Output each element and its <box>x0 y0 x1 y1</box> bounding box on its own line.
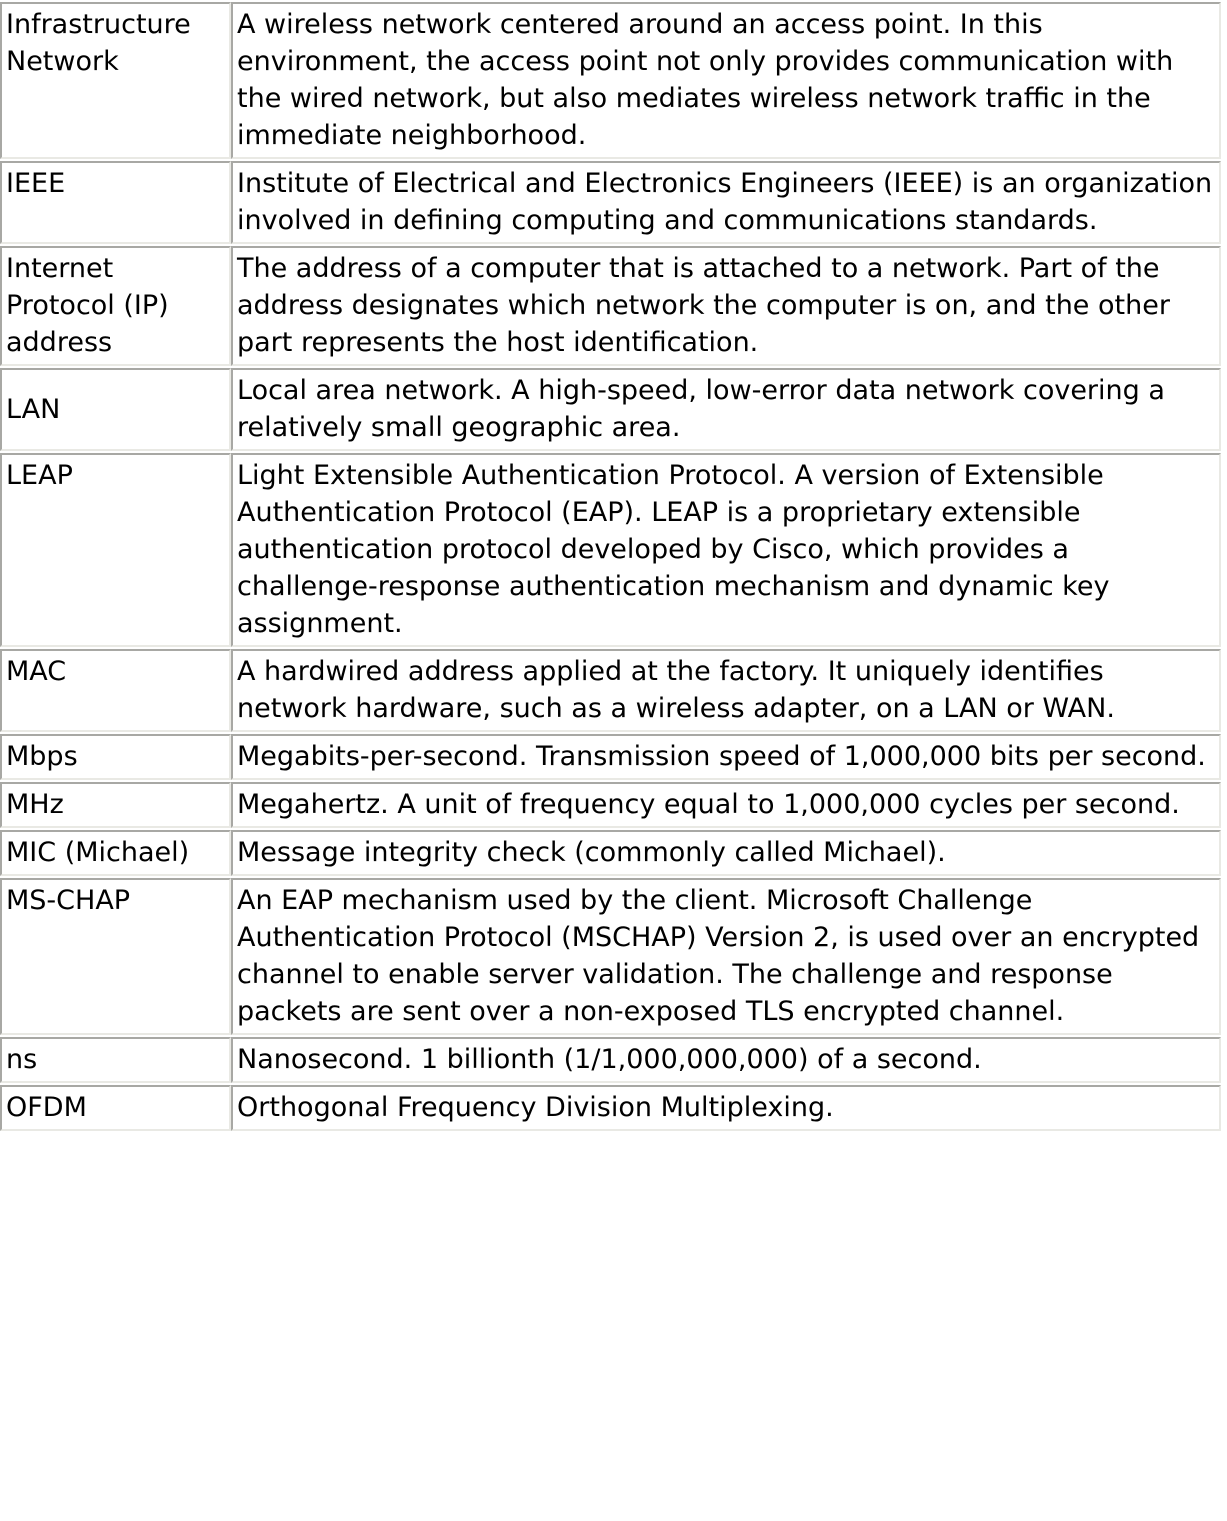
glossary-definition-text: Institute of Electrical and Electronics … <box>237 168 1213 236</box>
glossary-definition-text: Orthogonal Frequency Division Multiplexi… <box>237 1092 834 1123</box>
glossary-definition-cell: Light Extensible Authentication Protocol… <box>231 453 1221 647</box>
glossary-term-text: MIC (Michael) <box>6 837 190 868</box>
glossary-definition-cell: Megabits-per-second. Transmission speed … <box>231 734 1221 780</box>
table-row: IEEE Institute of Electrical and Electron… <box>0 161 1221 244</box>
glossary-term-text: Infrastructure Network <box>6 9 191 77</box>
table-row: MAC A hardwired address applied at the fa… <box>0 649 1221 732</box>
glossary-definition-cell: Local area network. A high-speed, low-er… <box>231 368 1221 451</box>
glossary-table-body: Infrastructure Network A wireless network… <box>0 2 1221 1131</box>
glossary-term-cell: MHz <box>0 782 231 828</box>
glossary-definition-text: Message integrity check (commonly called… <box>237 837 946 868</box>
table-row: MHz Megahertz. A unit of frequency equal … <box>0 782 1221 828</box>
glossary-definition-cell: The address of a computer that is attach… <box>231 246 1221 366</box>
table-row: Infrastructure Network A wireless network… <box>0 2 1221 159</box>
glossary-definition-cell: Nanosecond. 1 billionth (1/1,000,000,000… <box>231 1037 1221 1083</box>
glossary-term-cell: LAN <box>0 368 231 451</box>
table-row: LEAP Light Extensible Authentication Prot… <box>0 453 1221 647</box>
glossary-definition-text: Local area network. A high-speed, low-er… <box>237 375 1165 443</box>
glossary-definition-cell: An EAP mechanism used by the client. Mic… <box>231 878 1221 1035</box>
glossary-definition-text: Megahertz. A unit of frequency equal to … <box>237 789 1180 820</box>
table-row: MS-CHAP An EAP mechanism used by the clie… <box>0 878 1221 1035</box>
glossary-term-cell: MS-CHAP <box>0 878 231 1035</box>
table-row: MIC (Michael) Message integrity check (co… <box>0 830 1221 876</box>
table-row: Mbps Megabits-per-second. Transmission sp… <box>0 734 1221 780</box>
glossary-term-text: ns <box>6 1044 38 1075</box>
glossary-definition-text: A wireless network centered around an ac… <box>237 9 1174 151</box>
table-row: OFDM Orthogonal Frequency Division Multip… <box>0 1085 1221 1131</box>
glossary-term-cell: LEAP <box>0 453 231 647</box>
glossary-term-text: LEAP <box>6 460 73 491</box>
glossary-term-cell: MAC <box>0 649 231 732</box>
glossary-table: Infrastructure Network A wireless network… <box>0 0 1221 1133</box>
table-row: LAN Local area network. A high-speed, low… <box>0 368 1221 451</box>
glossary-term-cell: IEEE <box>0 161 231 244</box>
glossary-definition-text: A hardwired address applied at the facto… <box>237 656 1115 724</box>
glossary-term-cell: Internet Protocol (IP) address <box>0 246 231 366</box>
glossary-definition-text: Megabits-per-second. Transmission speed … <box>237 741 1206 772</box>
glossary-term-cell: Infrastructure Network <box>0 2 231 159</box>
glossary-term-cell: OFDM <box>0 1085 231 1131</box>
glossary-definition-text: The address of a computer that is attach… <box>237 253 1170 358</box>
table-row: ns Nanosecond. 1 billionth (1/1,000,000,0… <box>0 1037 1221 1083</box>
table-row: Internet Protocol (IP) address The addres… <box>0 246 1221 366</box>
glossary-term-cell: Mbps <box>0 734 231 780</box>
glossary-term-cell: MIC (Michael) <box>0 830 231 876</box>
glossary-definition-text: Light Extensible Authentication Protocol… <box>237 460 1110 639</box>
glossary-term-text: MS-CHAP <box>6 885 131 916</box>
glossary-term-text: IEEE <box>6 168 66 199</box>
glossary-definition-cell: Orthogonal Frequency Division Multiplexi… <box>231 1085 1221 1131</box>
glossary-term-text: MAC <box>6 656 67 687</box>
glossary-definition-cell: Institute of Electrical and Electronics … <box>231 161 1221 244</box>
glossary-term-text: Mbps <box>6 741 78 772</box>
glossary-definition-text: An EAP mechanism used by the client. Mic… <box>237 885 1200 1027</box>
glossary-term-text: Internet Protocol (IP) address <box>6 253 169 358</box>
glossary-term-text: MHz <box>6 789 64 820</box>
glossary-definition-cell: A hardwired address applied at the facto… <box>231 649 1221 732</box>
glossary-term-text: LAN <box>6 393 61 425</box>
glossary-definition-cell: Megahertz. A unit of frequency equal to … <box>231 782 1221 828</box>
glossary-term-cell: ns <box>0 1037 231 1083</box>
glossary-definition-text: Nanosecond. 1 billionth (1/1,000,000,000… <box>237 1044 982 1075</box>
glossary-definition-cell: Message integrity check (commonly called… <box>231 830 1221 876</box>
glossary-definition-cell: A wireless network centered around an ac… <box>231 2 1221 159</box>
glossary-term-text: OFDM <box>6 1092 87 1123</box>
